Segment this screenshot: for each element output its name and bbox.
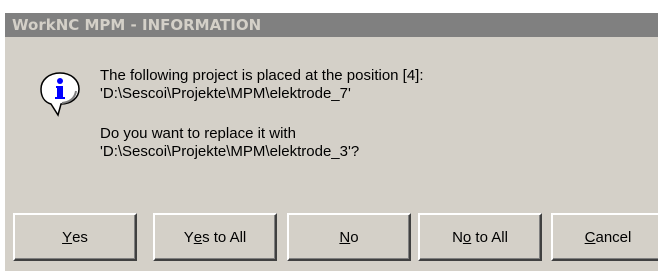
window-title: WorkNC MPM - INFORMATION — [12, 16, 262, 34]
message-line: Do you want to replace it with — [100, 125, 296, 142]
no-button[interactable]: No — [287, 213, 411, 261]
button-label: s to All — [202, 228, 247, 246]
button-mnemonic: o — [462, 228, 472, 246]
button-mnemonic: Y — [62, 228, 73, 246]
button-mnemonic: C — [584, 228, 596, 246]
button-label: Y — [183, 228, 194, 246]
button-label: N — [452, 228, 463, 246]
button-mnemonic: e — [193, 228, 203, 246]
button-label: to All — [471, 228, 508, 246]
information-icon — [40, 72, 80, 117]
message-path: 'D:\Sescoi\Projekte\MPM\elektrode_3'? — [100, 143, 360, 160]
button-label: o — [350, 228, 359, 246]
information-dialog: WorkNC MPM - INFORMATION The following p… — [4, 12, 658, 271]
yes-to-all-button[interactable]: Yes to All — [153, 213, 277, 261]
button-label: ancel — [595, 228, 632, 246]
message-path: 'D:\Sescoi\Projekte\MPM\elektrode_7' — [100, 85, 351, 102]
button-mnemonic: N — [339, 228, 351, 246]
message-line: The following project is placed at the p… — [100, 67, 424, 84]
yes-button[interactable]: Yes — [13, 213, 137, 261]
button-label: es — [72, 228, 88, 246]
title-bar[interactable]: WorkNC MPM - INFORMATION — [5, 13, 658, 37]
cancel-button[interactable]: Cancel — [551, 213, 658, 261]
no-to-all-button[interactable]: No to All — [418, 213, 542, 261]
message-text: The following project is placed at the p… — [100, 67, 640, 161]
